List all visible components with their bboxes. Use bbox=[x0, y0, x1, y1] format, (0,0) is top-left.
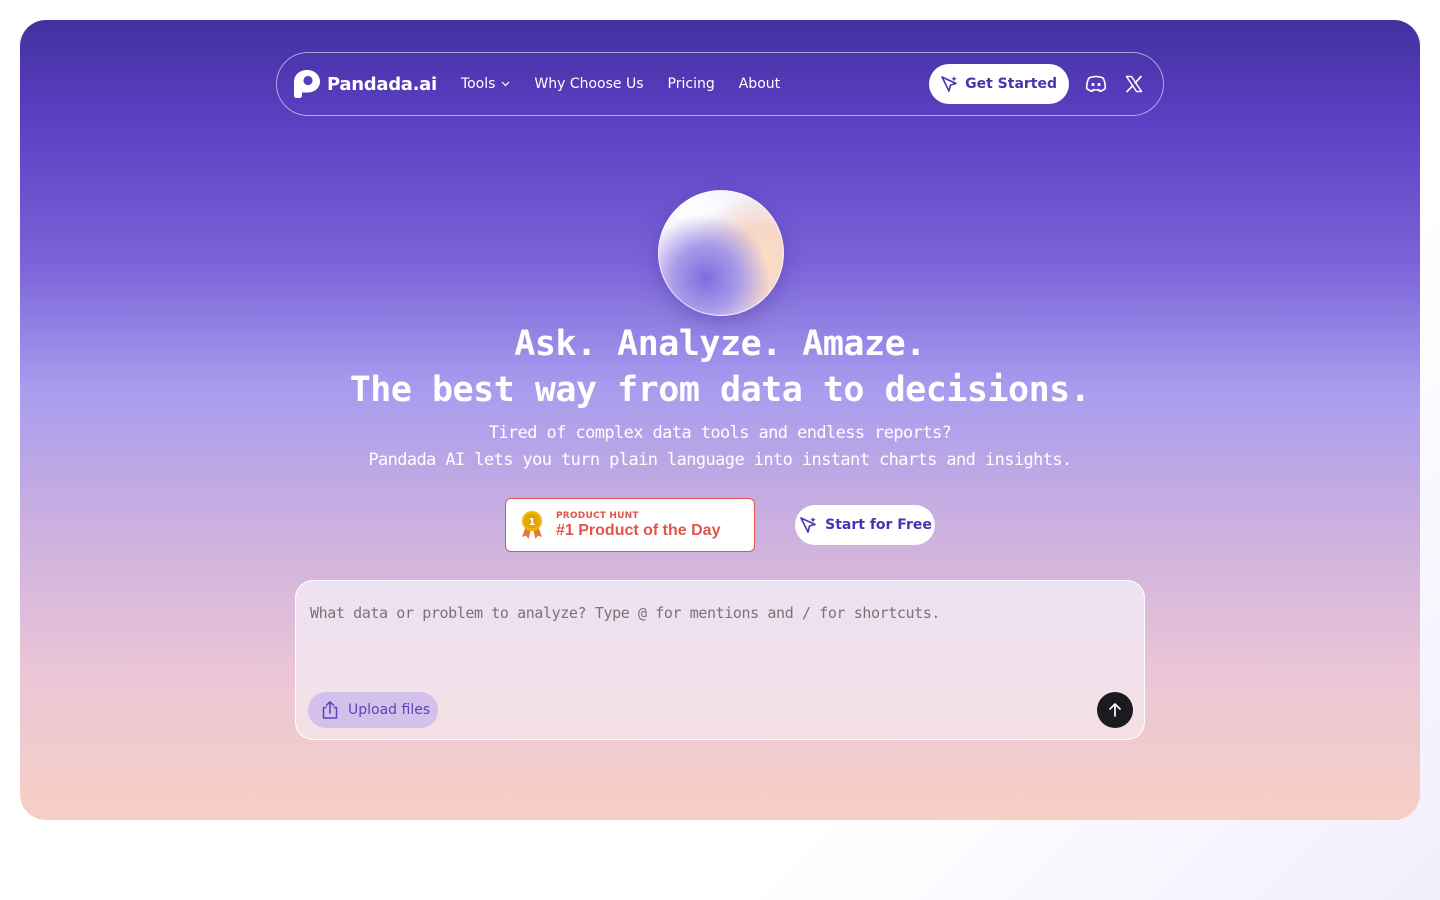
medal-number: 1 bbox=[529, 517, 536, 528]
top-nav: Pandada.ai Tools Why Choose Us Pricing A… bbox=[276, 52, 1164, 116]
pandada-logo-icon bbox=[294, 70, 320, 98]
nav-why-choose-us[interactable]: Why Choose Us bbox=[534, 76, 643, 92]
prompt-input[interactable] bbox=[308, 603, 1132, 623]
sparkle-cursor-icon bbox=[941, 76, 957, 92]
hero-orb bbox=[658, 190, 784, 316]
nav-pricing[interactable]: Pricing bbox=[668, 76, 715, 92]
sparkle-cursor-icon bbox=[800, 517, 816, 533]
subtitle-line-2: Pandada AI lets you turn plain language … bbox=[368, 450, 1072, 470]
upload-files-label: Upload files bbox=[348, 702, 431, 718]
product-hunt-badge[interactable]: 1 PRODUCT HUNT #1 Product of the Day bbox=[505, 498, 755, 552]
product-hunt-label: PRODUCT HUNT bbox=[556, 510, 639, 521]
chevron-down-icon bbox=[501, 81, 510, 87]
start-for-free-label: Start for Free bbox=[825, 517, 932, 533]
logo[interactable]: Pandada.ai bbox=[293, 69, 437, 99]
x-link[interactable] bbox=[1123, 73, 1145, 95]
upload-icon bbox=[322, 701, 338, 719]
discord-icon bbox=[1085, 75, 1107, 93]
upload-files-button[interactable]: Upload files bbox=[308, 692, 438, 728]
nav-tools-label: Tools bbox=[460, 76, 496, 92]
discord-link[interactable] bbox=[1085, 73, 1107, 95]
product-hunt-text: PRODUCT HUNT #1 Product of the Day bbox=[556, 511, 720, 540]
headline-line-2: The best way from data to decisions. bbox=[349, 370, 1091, 410]
logo-text: Pandada.ai bbox=[327, 73, 437, 95]
prompt-box: Upload files bbox=[295, 580, 1145, 740]
nav-right: Get Started bbox=[929, 64, 1145, 104]
hero-section: Pandada.ai Tools Why Choose Us Pricing A… bbox=[20, 20, 1420, 820]
x-icon bbox=[1125, 75, 1143, 93]
nav-about[interactable]: About bbox=[739, 76, 780, 92]
subtitle-line-1: Tired of complex data tools and endless … bbox=[488, 423, 952, 443]
start-for-free-button[interactable]: Start for Free bbox=[795, 505, 935, 545]
product-hunt-title: #1 Product of the Day bbox=[556, 521, 721, 539]
send-button[interactable] bbox=[1097, 692, 1133, 728]
get-started-button[interactable]: Get Started bbox=[929, 64, 1069, 104]
nav-tools[interactable]: Tools bbox=[461, 76, 511, 92]
arrow-up-icon bbox=[1109, 703, 1121, 717]
headline-line-1: Ask. Analyze. Amaze. bbox=[514, 324, 926, 364]
nav-links: Tools Why Choose Us Pricing About bbox=[461, 76, 780, 92]
medal-icon: 1 bbox=[522, 511, 542, 539]
get-started-label: Get Started bbox=[965, 76, 1057, 92]
